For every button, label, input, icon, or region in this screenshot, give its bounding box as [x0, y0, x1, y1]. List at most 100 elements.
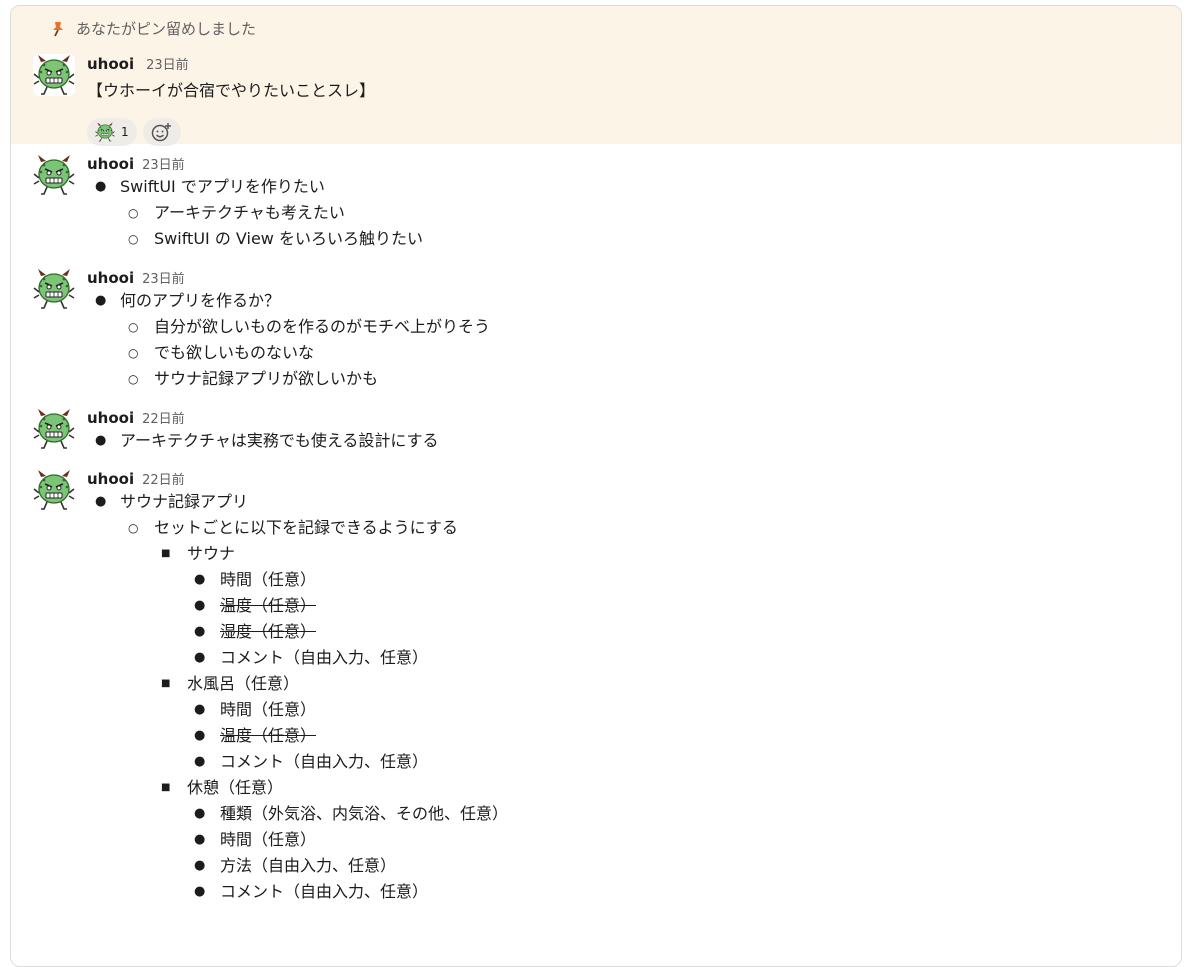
item-text: でも欲しいものないな [154, 343, 315, 362]
timestamp[interactable]: 22日前 [142, 473, 185, 488]
bullet-marker: ○ [128, 372, 139, 386]
message-body: uhooi 23日前 ● 何のアプリを作るか？ ○ 自分が欲しいものを作るのがモチベ上がり… [87, 268, 490, 392]
bullet-marker: ○ [128, 206, 139, 220]
bullet-marker: ● [95, 179, 107, 194]
green-monster-avatar [33, 54, 75, 96]
bullet-marker: ● [194, 754, 206, 769]
message-header: uhooi 23日前 [87, 154, 423, 174]
item-text: SwiftUI でアプリを作りたい [120, 177, 325, 196]
bullet-marker: ○ [128, 521, 139, 535]
list-item: ● 時間（任意） [87, 567, 508, 593]
message-pane: あなたがピン留めしました uhooi 23日前 【ウホーイが合宿でやりたいことスレ… [10, 5, 1182, 967]
pinned-indicator: あなたがピン留めしました [51, 18, 256, 39]
item-text: アーキテクチャも考えたい [154, 203, 345, 222]
list-item: ○ セットごとに以下を記録できるようにする [87, 515, 508, 541]
item-text: コメント（自由入力、任意） [220, 752, 429, 771]
item-text: セットごとに以下を記録できるようにする [154, 518, 458, 537]
item-text: 何のアプリを作るか？ [120, 291, 281, 310]
message-body: uhooi 23日前 ● SwiftUI でアプリを作りたい ○ アーキテクチャも考えたい… [87, 154, 423, 252]
reactions-bar: 1 [87, 118, 181, 146]
list-item: ○ アーキテクチャも考えたい [87, 200, 423, 226]
avatar[interactable] [33, 469, 75, 511]
list-item: ■ 休憩（任意） [87, 775, 508, 801]
avatar[interactable] [33, 154, 75, 196]
bullet-marker: ○ [128, 346, 139, 360]
bullet-marker: ■ [161, 548, 171, 559]
item-text: SwiftUI の View をいろいろ触りたい [154, 229, 423, 248]
list-item: ● 温度（任意） [87, 593, 508, 619]
item-text: 時間（任意） [220, 830, 317, 849]
list-item: ● サウナ記録アプリ [87, 489, 508, 515]
timestamp[interactable]: 22日前 [142, 412, 185, 427]
author-name[interactable]: uhooi [87, 409, 134, 427]
struck-item-text: 温度（任意） [220, 726, 317, 745]
green-monster-avatar [33, 154, 75, 196]
add-reaction-icon [151, 123, 171, 142]
list-item: ● アーキテクチャは実務でも使える設計にする [87, 428, 439, 454]
message-body: uhooi 22日前 ● サウナ記録アプリ ○ セットごとに以下を記録できるようにする ■ サ… [87, 469, 508, 905]
bullet-marker: ● [95, 293, 107, 308]
list-item: ○ SwiftUI の View をいろいろ触りたい [87, 226, 423, 252]
author-name[interactable]: uhooi [87, 155, 134, 173]
item-text: 時間（任意） [220, 570, 317, 589]
green-monster-avatar [33, 268, 75, 310]
item-text: 方法（自由入力、任意） [220, 856, 397, 875]
bullet-marker: ● [194, 624, 206, 639]
item-text: コメント（自由入力、任意） [220, 648, 429, 667]
list-item: ○ でも欲しいものないな [87, 340, 490, 366]
item-text: サウナ [187, 544, 236, 563]
list-item: ■ サウナ [87, 541, 508, 567]
bullet-marker: ● [194, 598, 206, 613]
list-item: ○ サウナ記録アプリが欲しいかも [87, 366, 490, 392]
pinned-label: あなたがピン留めしました [76, 20, 257, 38]
list-item: ● 時間（任意） [87, 827, 508, 853]
timestamp[interactable]: 23日前 [142, 272, 185, 287]
green-monster-avatar [33, 408, 75, 450]
bullet-marker: ○ [128, 320, 139, 334]
struck-item-text: 温度（任意） [220, 596, 317, 615]
pinned-message-banner: あなたがピン留めしました uhooi 23日前 【ウホーイが合宿でやりたいことスレ… [11, 6, 1181, 146]
pushpin-icon [53, 21, 63, 36]
item-text: アーキテクチャは実務でも使える設計にする [120, 431, 439, 450]
add-reaction-button[interactable] [142, 118, 181, 146]
monster-emoji-icon [95, 122, 115, 142]
list-item: ● 湿度（任意） [87, 619, 508, 645]
reaction-pill[interactable]: 1 [87, 118, 137, 146]
timestamp[interactable]: 23日前 [146, 58, 189, 73]
avatar[interactable] [33, 54, 75, 96]
bullet-marker: ● [95, 433, 107, 448]
bullet-marker: ■ [161, 678, 171, 689]
list-item: ● コメント（自由入力、任意） [87, 879, 508, 905]
struck-item-text: 湿度（任意） [220, 622, 317, 641]
green-monster-avatar [33, 469, 75, 511]
bullet-marker: ● [194, 702, 206, 717]
message-body: uhooi 22日前 ● アーキテクチャは実務でも使える設計にする [87, 408, 439, 454]
list-item: ■ 水風呂（任意） [87, 671, 508, 697]
item-text: 自分が欲しいものを作るのがモチベ上がりそう [154, 317, 491, 336]
author-name[interactable]: uhooi [87, 269, 134, 287]
list-item: ● 種類（外気浴、内気浴、その他、任意） [87, 801, 508, 827]
bullet-marker: ● [194, 728, 206, 743]
item-text: 水風呂（任意） [187, 674, 300, 693]
item-text: サウナ記録アプリが欲しいかも [154, 369, 379, 388]
list-item: ● 温度（任意） [87, 723, 508, 749]
message-text: 【ウホーイが合宿でやりたいことスレ】 [87, 81, 376, 100]
item-text: 時間（任意） [220, 700, 317, 719]
bullet-marker: ■ [161, 782, 171, 793]
list-item: ● SwiftUI でアプリを作りたい [87, 174, 423, 200]
list-item: ● 方法（自由入力、任意） [87, 853, 508, 879]
bullet-marker: ● [194, 806, 206, 821]
author-name[interactable]: uhooi [87, 55, 134, 73]
avatar[interactable] [33, 268, 75, 310]
bullet-marker: ● [194, 884, 206, 899]
list-item: ● 何のアプリを作るか？ [87, 288, 490, 314]
message-header: uhooi 22日前 [87, 408, 439, 428]
list-item: ● コメント（自由入力、任意） [87, 749, 508, 775]
avatar[interactable] [33, 408, 75, 450]
bullet-marker: ○ [128, 232, 139, 246]
item-text: 種類（外気浴、内気浴、その他、任意） [220, 804, 509, 823]
timestamp[interactable]: 23日前 [142, 158, 185, 173]
author-name[interactable]: uhooi [87, 470, 134, 488]
bullet-marker: ● [194, 650, 206, 665]
reaction-count: 1 [121, 125, 129, 139]
